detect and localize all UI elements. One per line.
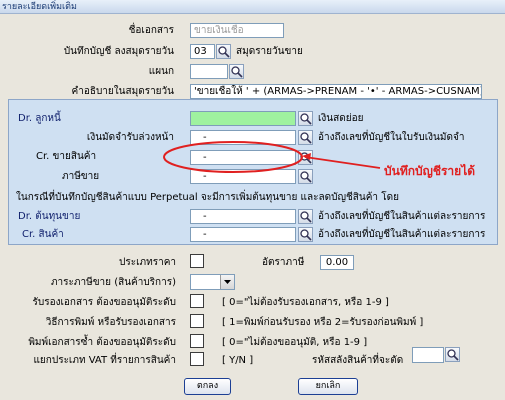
reprint-level-label: พิมพ์เอกสารซ้ำ ต้องขออนุมัติระดับ [28, 337, 176, 348]
discount-code-input[interactable] [412, 347, 444, 363]
tax-rate-label: อัตราภาษี [262, 257, 305, 268]
sales-search-button[interactable] [298, 150, 313, 165]
sales-input[interactable]: - [190, 150, 296, 165]
cancel-button[interactable]: ยกเลิก [298, 378, 358, 395]
debtor-search-button[interactable] [298, 111, 313, 126]
perpetual-note: ในกรณีที่บันทึกบัญชีสินค้าแบบ Perpetual … [16, 192, 399, 203]
output-tax-search-button[interactable] [298, 169, 313, 184]
revenue-callout: บันทึกบัญชีรายได้ [384, 164, 476, 178]
inventory-label: Cr. สินค้า [22, 229, 64, 240]
output-tax-label: ภาษีขาย [62, 171, 100, 182]
reprint-level-hint: [ 0="ไม่ต้องขออนุมัติ, หรือ 1-9 ] [222, 337, 368, 348]
vat-split-hint: [ Y/N ] [222, 355, 254, 366]
dept-label: แผนก [148, 66, 174, 77]
print-method-input[interactable] [190, 314, 204, 328]
debtor-input[interactable] [190, 111, 296, 126]
ok-button[interactable]: ตกลง [184, 378, 231, 395]
inventory-search-button[interactable] [298, 227, 313, 242]
dept-input[interactable] [190, 64, 228, 79]
discount-search-button[interactable] [445, 347, 460, 362]
sales-label: Cr. ขายสินค้า [36, 151, 97, 162]
chevron-down-icon[interactable] [220, 275, 234, 289]
tax-type-dropdown[interactable] [190, 274, 235, 290]
debtor-label: Dr. ลูกหนี้ [18, 113, 61, 124]
cogs-label: Dr. ต้นทุนขาย [18, 211, 81, 222]
desc-input[interactable]: 'ขายเชื่อให้ ' + (ARMAS->PRENAM - '•' - … [190, 84, 482, 99]
journal-code-input[interactable]: 03 [190, 44, 215, 59]
confirm-level-input[interactable] [190, 294, 204, 308]
price-type-checkbox[interactable] [190, 254, 204, 268]
tax-rate-input[interactable]: 0.00 [320, 255, 354, 270]
cogs-note: อ้างถึงเลขที่บัญชีในสินค้าแต่ละรายการ [318, 211, 486, 222]
deposit-search-button[interactable] [298, 130, 313, 145]
search-icon [300, 132, 312, 144]
reprint-level-input[interactable] [190, 334, 204, 348]
journal-desc: สมุดรายวันขาย [236, 46, 303, 57]
deposit-input[interactable]: - [190, 130, 296, 145]
search-icon [447, 349, 459, 361]
search-icon [231, 66, 243, 78]
journal-search-button[interactable] [216, 44, 231, 59]
vat-split-input[interactable] [190, 352, 204, 366]
search-icon [300, 152, 312, 164]
inventory-note: อ้างถึงเลขที่บัญชีในสินค้าแต่ละรายการ [318, 229, 486, 240]
output-tax-input[interactable]: - [190, 169, 296, 184]
print-method-label: วิธีการพิมพ์ หรือรับรองเอกสาร [45, 317, 176, 328]
vat-split-label: แยกประเภท VAT ที่รายการสินค้า [33, 355, 176, 366]
search-icon [218, 46, 230, 58]
inventory-input[interactable]: - [190, 227, 296, 242]
search-icon [300, 171, 312, 183]
doc-name-input[interactable]: ขายเงินเชื่อ [190, 23, 284, 38]
deposit-note: อ้างถึงเลขที่บัญชีในใบรับเงินมัดจำ [318, 132, 465, 143]
confirm-level-hint: [ 0="ไม่ต้องรับรองเอกสาร, หรือ 1-9 ] [222, 297, 389, 308]
tax-type-label: ภาระภาษีขาย (สินค้าบริการ) [50, 277, 176, 288]
cogs-input[interactable]: - [190, 209, 296, 224]
search-icon [300, 211, 312, 223]
search-icon [300, 113, 312, 125]
print-method-hint: [ 1=พิมพ์ก่อนรับรอง หรือ 2=รับรองก่อนพิม… [222, 317, 424, 328]
confirm-level-label: รับรองเอกสาร ต้องขออนุมัติระดับ [32, 297, 176, 308]
price-type-label: ประเภทราคา [119, 257, 176, 268]
cogs-search-button[interactable] [298, 209, 313, 224]
journal-label: บันทึกบัญชี ลงสมุดรายวัน [63, 46, 174, 57]
discount-code-label: รหัสสลังสินค้าที่จะตัด [312, 355, 404, 366]
doc-name-label: ชื่อเอกสาร [128, 25, 174, 36]
desc-label: คำอธิบายในสมุดรายวัน [71, 86, 174, 97]
search-icon [300, 229, 312, 241]
deposit-label: เงินมัดจำรับล่วงหน้า [86, 132, 174, 143]
window-title: รายละเอียดเพิ่มเติม [0, 0, 505, 14]
debtor-note: เงินสดย่อย [318, 113, 364, 124]
dept-search-button[interactable] [229, 64, 244, 79]
